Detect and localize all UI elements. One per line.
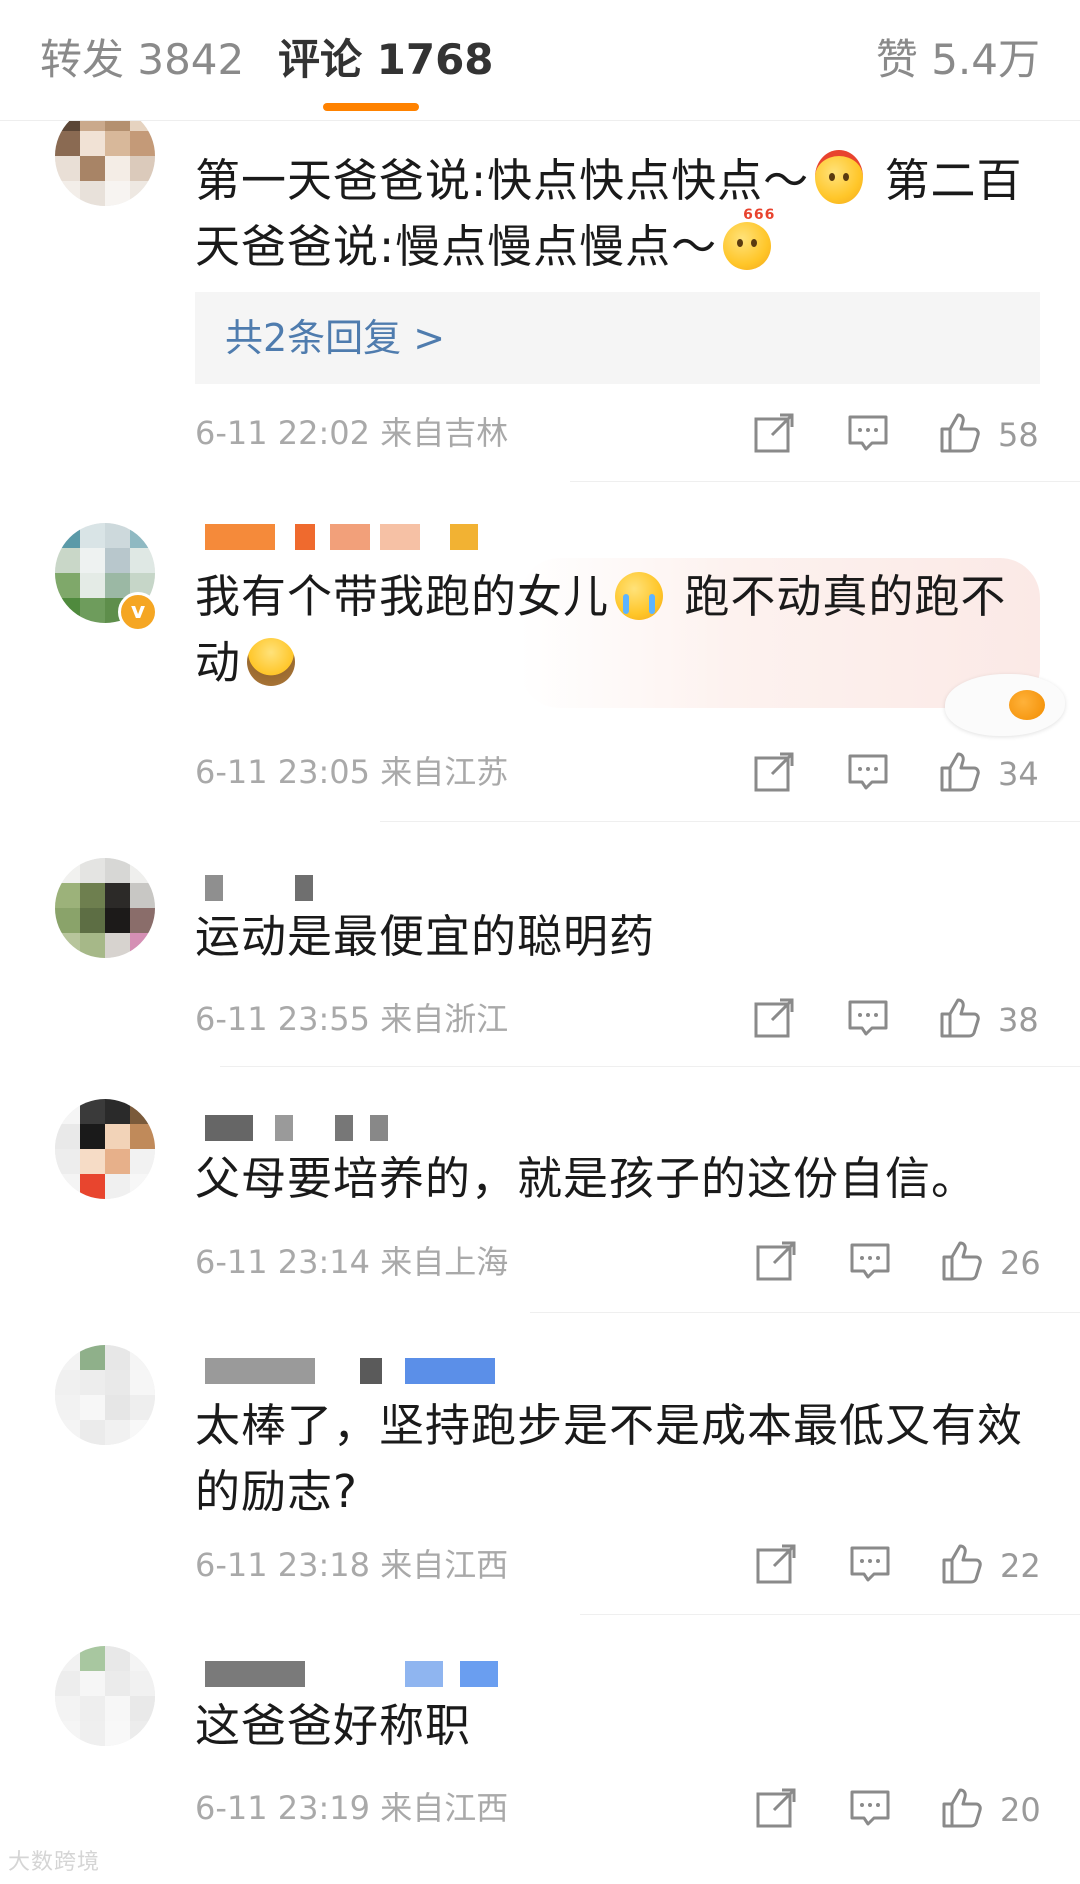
watermark: 大数跨境 <box>8 1850 101 1875</box>
share-icon[interactable] <box>750 748 798 796</box>
thumbs-up-icon[interactable] <box>936 748 984 796</box>
comment-icon[interactable] <box>844 409 892 457</box>
share-icon[interactable] <box>750 409 798 457</box>
avatar[interactable] <box>55 858 155 958</box>
kneeling-emoji-icon <box>247 638 296 686</box>
thumbs-up-icon[interactable] <box>938 1237 986 1285</box>
view-replies-button[interactable]: 共2条回复 > <box>195 292 1040 384</box>
comment-text: 父母要培养的，就是孩子的这份自信。 <box>195 1152 978 1205</box>
avatar[interactable] <box>55 106 155 206</box>
username[interactable] <box>195 875 335 901</box>
crying-emoji-icon <box>615 572 664 620</box>
comment-actions: 38 <box>0 994 1080 1044</box>
comment-actions: 22 <box>0 1540 1080 1590</box>
comment-actions: 58 <box>0 409 1080 459</box>
comment-text: 这爸爸好称职 <box>195 1699 472 1752</box>
comment-icon[interactable] <box>844 748 892 796</box>
like-count: 58 <box>998 416 1039 454</box>
avatar[interactable] <box>55 1099 155 1199</box>
like-count: 22 <box>1000 1547 1041 1585</box>
comment-icon[interactable] <box>846 1237 894 1285</box>
username[interactable] <box>195 524 485 550</box>
tab-bar: 转发 3842 评论 1768 赞 5.4万 <box>0 0 1080 121</box>
divider <box>380 821 1080 822</box>
comment-actions: 26 <box>0 1237 1080 1287</box>
thumbs-up-icon[interactable] <box>936 994 984 1042</box>
tab-repost[interactable]: 转发 3842 <box>40 32 244 88</box>
comment-actions: 20 <box>0 1784 1080 1834</box>
comment-text: 我有个带我跑的女儿 跑不动真的跑不动 <box>195 570 1007 689</box>
comment-icon[interactable] <box>844 994 892 1042</box>
thumbs-up-icon[interactable] <box>938 1540 986 1588</box>
share-icon[interactable] <box>752 1540 800 1588</box>
like-count: 38 <box>998 1001 1039 1039</box>
share-icon[interactable] <box>752 1237 800 1285</box>
divider <box>220 1066 1080 1067</box>
comment-icon[interactable] <box>846 1784 894 1832</box>
divider <box>530 1312 1080 1313</box>
comment-text: 第一天爸爸说:快点快点快点～ 第二百天爸爸说:慢点慢点慢点～ 666 <box>195 148 1045 280</box>
comment-actions: 34 <box>0 748 1080 798</box>
divider <box>580 1614 1080 1615</box>
tab-likes[interactable]: 赞 5.4万 <box>876 32 1040 88</box>
comment-icon[interactable] <box>846 1540 894 1588</box>
avatar[interactable] <box>55 1345 155 1445</box>
share-icon[interactable] <box>752 1784 800 1832</box>
share-icon[interactable] <box>750 994 798 1042</box>
avatar[interactable] <box>55 1646 155 1746</box>
grinning-headband-emoji-icon <box>815 150 864 204</box>
like-count: 20 <box>1000 1791 1041 1829</box>
thumbs-up-icon[interactable] <box>936 409 984 457</box>
666-emoji-icon: 666 <box>723 208 774 270</box>
username[interactable] <box>195 1358 495 1384</box>
comment-text: 运动是最便宜的聪明药 <box>195 910 656 963</box>
tab-comments[interactable]: 评论 1768 <box>278 32 494 88</box>
username[interactable] <box>195 1115 405 1141</box>
comment-text: 太棒了，坚持跑步是不是成本最低又有效的励志? <box>195 1399 1024 1518</box>
thumbs-up-icon[interactable] <box>938 1784 986 1832</box>
divider <box>570 481 1080 482</box>
like-count: 26 <box>1000 1244 1041 1282</box>
like-count: 34 <box>998 755 1039 793</box>
username[interactable] <box>195 1661 505 1687</box>
active-tab-indicator <box>323 103 419 111</box>
comments-page: 转发 3842 评论 1768 赞 5.4万 第一天爸爸说:快点快点快点～ 第二… <box>0 0 1080 1884</box>
verified-badge-icon: v <box>118 592 158 632</box>
